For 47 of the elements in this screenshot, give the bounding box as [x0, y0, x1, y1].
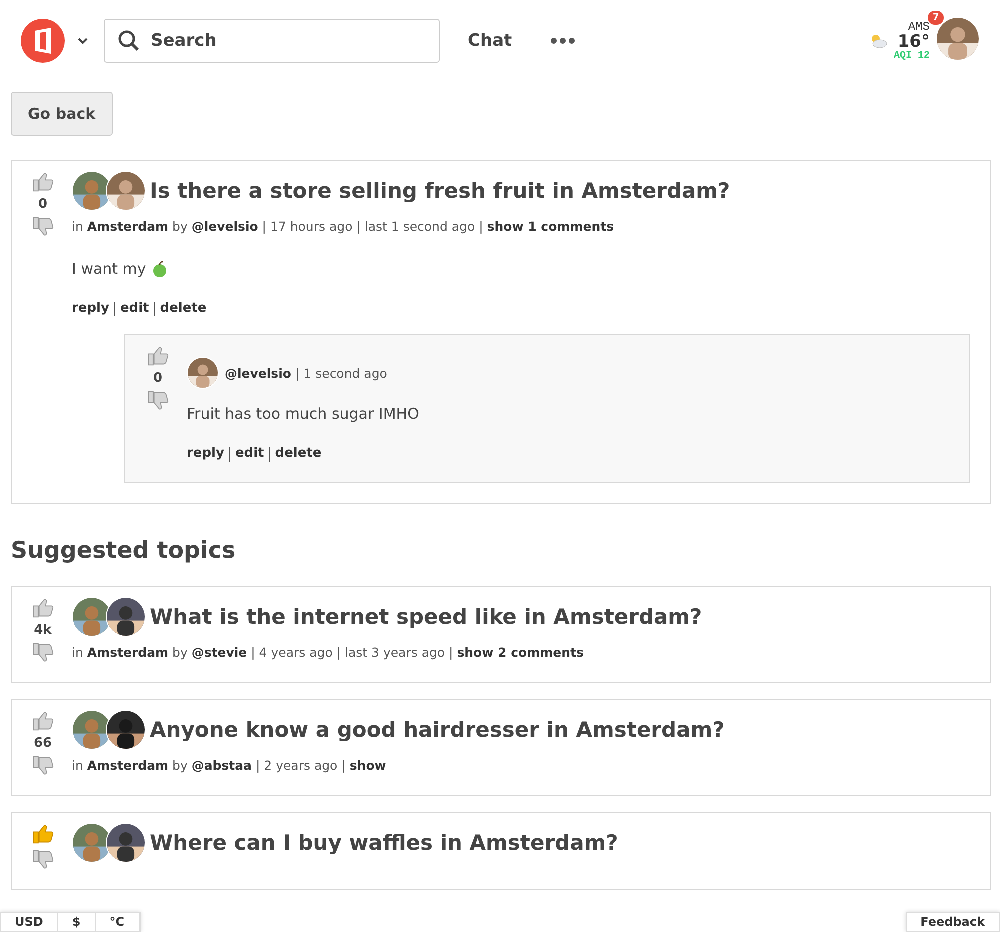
action-link[interactable]: delete — [154, 302, 212, 316]
thumbs-up-icon[interactable] — [32, 822, 54, 845]
vote-count: 4k — [34, 622, 52, 638]
topic-meta: in Amsterdam by @abstaa | 2 years ago | show — [72, 758, 388, 773]
post-title: Is there a store selling fresh fruit in Amsterdam? — [150, 179, 730, 203]
topic-title[interactable]: Anyone know a good hairdresser in Amsterdam? — [150, 718, 725, 742]
thumbs-up-icon[interactable] — [147, 345, 169, 368]
thumbs-up-icon[interactable] — [32, 710, 54, 732]
feedback-button[interactable]: Feedback — [906, 912, 1000, 932]
nav-link[interactable]: Chat — [468, 31, 512, 51]
post-meta: in Amsterdam by @levelsio | 17 hours ago | last 1 second ago | show 1 comments — [72, 219, 616, 234]
thumbs-up-icon[interactable] — [32, 596, 54, 619]
thumbs-down-icon[interactable] — [32, 216, 54, 238]
apple-icon — [152, 260, 168, 278]
search-icon — [118, 30, 140, 52]
comment-author: @levelsio — [225, 366, 292, 381]
comment-body: Fruit has too much sugar IMHO — [187, 405, 420, 424]
vote-count: 0 — [153, 371, 163, 386]
section-title: Suggested topics — [11, 538, 237, 564]
logo[interactable] — [20, 18, 66, 64]
action-link[interactable]: reply — [72, 302, 114, 316]
topic-title[interactable]: Where can I buy waffles in Amsterdam? — [150, 830, 618, 855]
caret-icon[interactable] — [78, 38, 88, 44]
topic-title[interactable]: What is the internet speed like in Amsterdam? — [150, 604, 702, 629]
thumbs-up-icon[interactable] — [32, 171, 54, 193]
post-body: I want my — [72, 260, 146, 278]
comment-time: | 1 second ago — [296, 366, 388, 381]
vote-count: 0 — [38, 197, 48, 212]
more-icon[interactable] — [550, 37, 576, 45]
currency-label[interactable]: USD — [1, 913, 58, 931]
action-link[interactable]: delete — [269, 447, 327, 462]
topic-meta: in Amsterdam by @stevie | 4 years ago | last 3 years ago | show 2 comments — [72, 644, 585, 660]
thumbs-down-icon[interactable] — [32, 848, 54, 871]
unit-label[interactable]: °C — [96, 913, 140, 931]
go-back-button[interactable]: Go back — [11, 92, 113, 136]
action-link[interactable]: edit — [114, 302, 154, 316]
temperature: 16° — [898, 34, 930, 51]
action-link[interactable]: reply — [187, 447, 230, 462]
thumbs-down-icon[interactable] — [32, 642, 54, 664]
search-field[interactable]: Search — [104, 19, 440, 63]
vote-count: 66 — [34, 736, 52, 751]
thumbs-down-icon[interactable] — [147, 390, 169, 412]
thumbs-down-icon[interactable] — [32, 754, 54, 777]
city-code: AMS — [908, 20, 930, 34]
air-quality: AQI 12 — [894, 51, 930, 62]
notification-badge: 7 — [928, 11, 944, 25]
action-link[interactable]: edit — [229, 447, 270, 462]
